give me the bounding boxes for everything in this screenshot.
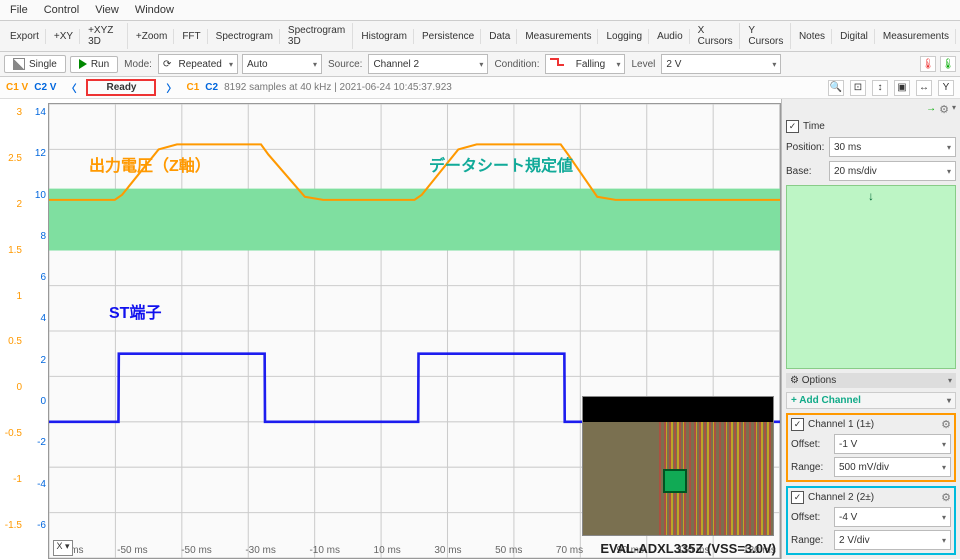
source-label: Source: <box>328 59 362 70</box>
ch2-gear-icon[interactable]: ⚙ <box>941 491 951 504</box>
ch1-range-dropdown[interactable]: 500 mV/div▾ <box>834 457 951 477</box>
tab-digital[interactable]: Digital <box>834 29 875 44</box>
zoom-fit-icon[interactable]: ⊡ <box>850 80 866 96</box>
options-header[interactable]: ⚙ Options▾ <box>786 373 956 388</box>
single-icon <box>13 58 25 70</box>
tab-measurements2[interactable]: Measurements <box>877 29 956 44</box>
run-arrow-icon[interactable]: → <box>926 103 936 116</box>
ch2-range-dropdown[interactable]: 2 V/div▾ <box>834 530 951 550</box>
status-bar: C1 V C2 V 〈 Ready 〉 C1 C2 8192 samples a… <box>0 77 960 99</box>
trigger-dropdown[interactable]: Auto▾ <box>242 54 322 74</box>
next-button[interactable]: 〉 <box>162 80 180 95</box>
channel1-panel: ✓ Channel 1 (1±) ⚙ Offset:-1 V▾ Range:500 … <box>786 413 956 482</box>
temp-icon[interactable]: 🌡 <box>920 56 936 72</box>
menu-window[interactable]: Window <box>135 4 174 16</box>
c2-badge: C2 <box>205 82 218 93</box>
tab-zoom[interactable]: +Zoom <box>130 29 174 44</box>
tab-histogram[interactable]: Histogram <box>355 29 414 44</box>
tab-audio[interactable]: Audio <box>651 29 690 44</box>
ch2-title: Channel 2 (2±) <box>808 492 874 503</box>
temp2-icon[interactable]: 🌡 <box>940 56 956 72</box>
channel2-panel: ✓ Channel 2 (2±) ⚙ Offset:-4 V▾ Range:2 V/… <box>786 486 956 555</box>
spec-band <box>49 189 780 251</box>
control-toolbar: Single Run Mode: ⟳Repeated▾ Auto▾ Source… <box>0 52 960 77</box>
base-label: Base: <box>786 166 826 177</box>
zoom-in-icon[interactable]: 🔍 <box>828 80 844 96</box>
c1-axis-label: C1 V <box>6 82 28 93</box>
ch1-offset-label: Offset: <box>791 439 831 450</box>
level-dropdown[interactable]: 2 V▾ <box>661 54 781 74</box>
time-label: Time <box>803 121 825 132</box>
ch2-range-label: Range: <box>791 535 831 546</box>
ch1-offset-dropdown[interactable]: -1 V▾ <box>834 434 951 454</box>
prev-button[interactable]: 〈 <box>62 80 80 95</box>
add-channel-button[interactable]: + Add Channel▾ <box>786 392 956 409</box>
tab-export[interactable]: Export <box>4 29 46 44</box>
tab-xyz3d[interactable]: +XYZ 3D <box>82 23 128 49</box>
hardware-photo <box>582 396 774 536</box>
condition-label: Condition: <box>494 59 539 70</box>
panel-collapse-icon[interactable]: ▾ <box>952 103 956 116</box>
run-button[interactable]: Run <box>70 56 118 73</box>
measure-icon[interactable]: ↔ <box>916 80 932 96</box>
photo-caption: EVAL-ADXL335Z (VSS=3.0V) <box>600 541 776 556</box>
level-label: Level <box>631 59 655 70</box>
position-dropdown[interactable]: 30 ms▾ <box>829 137 956 157</box>
c2-y-axis: 14121086420-2-4-6 <box>24 99 48 559</box>
c2-axis-label: C2 V <box>34 82 56 93</box>
c1-y-axis: 32.521.510.50-0.5-1-1.5 <box>0 99 24 559</box>
ch2-offset-dropdown[interactable]: -4 V▾ <box>834 507 951 527</box>
ch1-title: Channel 1 (1±) <box>808 419 874 430</box>
mode-dropdown[interactable]: ⟳Repeated▾ <box>158 54 238 74</box>
right-panel: → ⚙ ▾ ✓ Time Position:30 ms▾ Base:20 ms/d… <box>781 99 960 559</box>
position-label: Position: <box>786 142 826 153</box>
scroll-down-button[interactable] <box>786 185 956 369</box>
time-checkbox[interactable]: ✓ <box>786 120 799 133</box>
tab-xcursors[interactable]: X Cursors <box>692 23 741 49</box>
c1-badge: C1 <box>186 82 199 93</box>
sample-info: 8192 samples at 40 kHz | 2021-06-24 10:4… <box>224 82 452 93</box>
menu-view[interactable]: View <box>95 4 119 16</box>
base-dropdown[interactable]: 20 ms/div▾ <box>829 161 956 181</box>
menu-control[interactable]: Control <box>44 4 79 16</box>
tab-spectrogram[interactable]: Spectrogram <box>210 29 280 44</box>
ch2-offset-label: Offset: <box>791 512 831 523</box>
tab-data[interactable]: Data <box>483 29 517 44</box>
tab-ycursors[interactable]: Y Cursors <box>742 23 791 49</box>
source-dropdown[interactable]: Channel 2▾ <box>368 54 488 74</box>
status-ready: Ready <box>86 79 156 96</box>
mode-label: Mode: <box>124 59 152 70</box>
tab-logging[interactable]: Logging <box>600 29 649 44</box>
cursor-icon[interactable]: ↕ <box>872 80 888 96</box>
scope-plot[interactable]: 出力電圧（Z軸） データシート規定値 ST端子 -70 ms-50 ms-50 … <box>48 103 781 559</box>
tab-fft[interactable]: FFT <box>176 29 207 44</box>
tab-notes[interactable]: Notes <box>793 29 832 44</box>
menu-bar: File Control View Window <box>0 0 960 21</box>
ch1-range-label: Range: <box>791 462 831 473</box>
y-axis-button[interactable]: Y <box>938 80 954 96</box>
menu-file[interactable]: File <box>10 4 28 16</box>
condition-dropdown[interactable]: Falling▾ <box>545 54 625 74</box>
falling-edge-icon <box>550 58 564 70</box>
tab-measurements[interactable]: Measurements <box>519 29 598 44</box>
snap-icon[interactable]: ▣ <box>894 80 910 96</box>
ch1-gear-icon[interactable]: ⚙ <box>941 418 951 431</box>
ch2-checkbox[interactable]: ✓ <box>791 491 804 504</box>
panel-gear-icon[interactable]: ⚙ <box>939 103 949 116</box>
ch1-checkbox[interactable]: ✓ <box>791 418 804 431</box>
single-button[interactable]: Single <box>4 55 66 73</box>
tab-bar: Export +XY +XYZ 3D +Zoom FFT Spectrogram… <box>0 21 960 52</box>
x-menu-button[interactable]: X ▾ <box>53 540 73 556</box>
tab-spectrogram3d[interactable]: Spectrogram 3D <box>282 23 353 49</box>
play-icon <box>79 59 87 69</box>
tab-xy[interactable]: +XY <box>48 29 80 44</box>
tab-persistence[interactable]: Persistence <box>416 29 481 44</box>
